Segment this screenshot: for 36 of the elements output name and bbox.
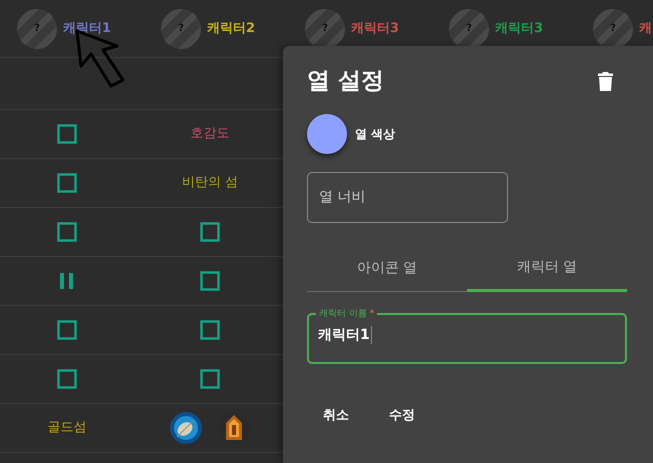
avatar-text: ? [34, 22, 40, 36]
checkbox[interactable] [200, 320, 220, 340]
dialog-button[interactable]: 취소 [307, 398, 365, 434]
checkbox[interactable] [200, 369, 220, 389]
checkbox[interactable] [200, 271, 220, 291]
avatar-text: ? [178, 22, 184, 36]
color-label: 열 색상 [355, 126, 396, 143]
column-header[interactable]: 캐릭터3 [351, 18, 400, 38]
checkbox[interactable] [200, 222, 220, 242]
checkbox[interactable] [57, 369, 77, 389]
checkbox[interactable] [57, 124, 77, 144]
column-header[interactable]: 캐릭터2 [207, 18, 256, 38]
tab[interactable]: 아이콘 열 [307, 246, 467, 292]
tab[interactable]: 캐릭터 열 [467, 246, 627, 292]
orb-icon [169, 411, 203, 445]
checkbox[interactable] [57, 173, 77, 193]
field-value: 캐릭터1 [318, 326, 372, 344]
checkbox[interactable] [57, 222, 77, 242]
pause-icon[interactable] [60, 273, 74, 289]
cell-text: 골드섬 [48, 419, 86, 438]
checkbox[interactable] [57, 320, 77, 340]
column-header[interactable]: 캐릭터1 [63, 18, 112, 38]
name-field[interactable]: 캐릭터 이름 * 캐릭터1 [307, 308, 627, 364]
dialog-button[interactable]: 수정 [373, 398, 431, 434]
width-field[interactable]: 열 너비 [307, 172, 508, 223]
avatar-text: ? [466, 22, 472, 36]
cell-text: 비탄의 섬 [182, 174, 238, 192]
avatar-text: ? [610, 22, 616, 36]
cell-text: 호감도 [190, 125, 230, 144]
delete-icon[interactable] [598, 72, 613, 92]
column-header[interactable]: 캐릭터3 [495, 18, 544, 38]
color-swatch[interactable] [307, 114, 347, 154]
panel-title: 열 설정 [307, 68, 384, 96]
column-header[interactable]: 캐 [639, 18, 652, 38]
avatar-text: ? [322, 22, 328, 36]
field-label: 캐릭터 이름 * [318, 308, 376, 320]
